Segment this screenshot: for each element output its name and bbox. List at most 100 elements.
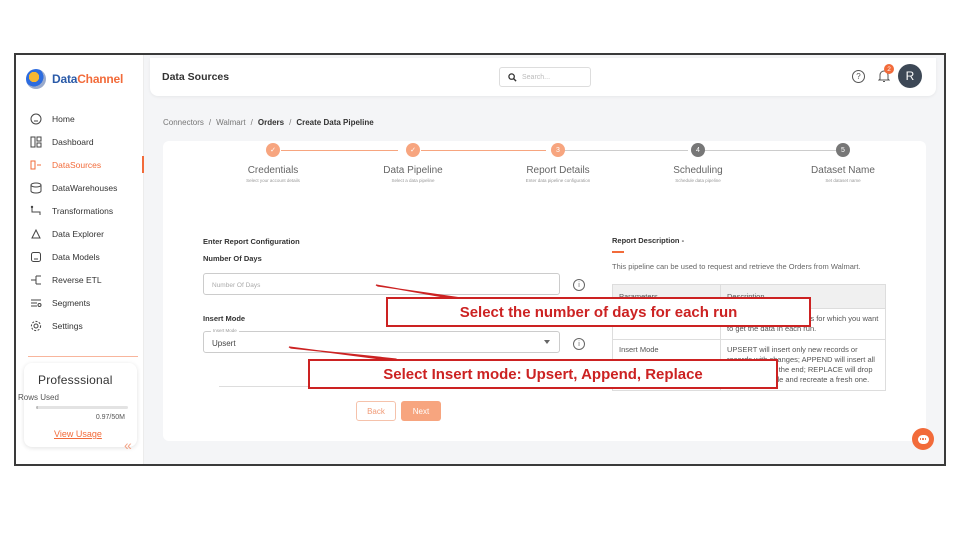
step-subtitle: Schedule data pipeline — [675, 178, 721, 183]
sidebar-item-label: Segments — [52, 297, 91, 308]
plan-card: Professsional Rows Used 0.97/50M View Us… — [18, 363, 137, 447]
avatar[interactable]: R — [898, 64, 922, 88]
breadcrumb-current: Create Data Pipeline — [296, 118, 374, 127]
step-report-details: 3 Report Details Enter data pipeline con… — [488, 143, 628, 183]
home-icon — [30, 113, 42, 125]
description-text: This pipeline can be used to request and… — [612, 262, 861, 271]
reverse-etl-icon — [30, 274, 42, 286]
sidebar-item-label: Reverse ETL — [52, 274, 102, 285]
sidebar-item-label: Home — [52, 113, 75, 124]
database-icon — [30, 182, 42, 194]
next-button[interactable]: Next — [401, 401, 441, 421]
chat-button[interactable] — [912, 428, 934, 450]
step-number: 5 — [836, 143, 850, 157]
sidebar-item-reverse-etl[interactable]: Reverse ETL — [16, 268, 144, 291]
insert-mode-label: Insert Mode — [203, 314, 246, 323]
chevron-down-icon — [544, 340, 550, 344]
step-title: Report Details — [526, 165, 590, 176]
info-icon[interactable]: i — [573, 338, 585, 350]
rows-used-label: Rows Used — [18, 393, 59, 402]
sidebar-item-label: DataSources — [52, 159, 102, 170]
notification-badge: 2 — [884, 64, 894, 74]
sidebar-item-label: Data Explorer — [52, 228, 104, 239]
section-title: Enter Report Configuration — [203, 237, 300, 246]
sidebar-item-transformations[interactable]: Transformations — [16, 199, 144, 222]
step-data-pipeline: ✓ Data Pipeline Select a data pipeline — [348, 143, 478, 183]
days-placeholder: Number Of Days — [212, 282, 261, 289]
breadcrumb: Connectors / Walmart / Orders / Create Data… — [163, 118, 374, 127]
sidebar-item-label: Data Models — [52, 251, 100, 262]
sidebar-item-datasources[interactable]: DataSources — [16, 153, 144, 176]
divider — [28, 356, 138, 357]
dashboard-icon — [30, 136, 42, 148]
days-input[interactable]: Number Of Days — [203, 273, 560, 295]
step-number: 3 — [551, 143, 565, 157]
search-input[interactable]: Search... — [499, 67, 591, 87]
back-button[interactable]: Back — [356, 401, 396, 421]
sidebar-item-datawarehouses[interactable]: DataWarehouses — [16, 176, 144, 199]
logo-icon — [26, 69, 46, 89]
step-number: 4 — [691, 143, 705, 157]
breadcrumb-item[interactable]: Orders — [258, 118, 284, 127]
sidebar-item-settings[interactable]: Settings — [16, 314, 144, 337]
sidebar-nav: Home Dashboard DataSources DataWarehouses Tr… — [16, 107, 144, 337]
logo-text: DataChannel — [52, 72, 124, 86]
sidebar: DataChannel Home Dashboard DataSources Data… — [16, 55, 144, 464]
step-subtitle: Select your account details — [246, 178, 300, 183]
step-subtitle: Set dataset name — [825, 178, 861, 183]
logo[interactable]: DataChannel — [26, 69, 123, 89]
sidebar-item-segments[interactable]: Segments — [16, 291, 144, 314]
usage-value: 0.97/50M — [95, 414, 125, 421]
settings-icon — [30, 320, 42, 332]
usage-bar — [36, 406, 128, 409]
sidebar-item-label: Transformations — [52, 205, 114, 216]
search-placeholder: Search... — [522, 73, 551, 81]
plan-name: Professsional — [38, 373, 113, 387]
step-credentials: ✓ Credentials Select your account detail… — [208, 143, 338, 183]
check-icon: ✓ — [406, 143, 420, 157]
step-scheduling: 4 Scheduling Schedule data pipeline — [633, 143, 763, 183]
page-title: Data Sources — [162, 71, 230, 83]
sidebar-item-dashboard[interactable]: Dashboard — [16, 130, 144, 153]
step-subtitle: Enter data pipeline configuration — [525, 178, 591, 183]
days-label: Number Of Days — [203, 254, 262, 263]
search-icon — [508, 72, 517, 82]
sidebar-item-home[interactable]: Home — [16, 107, 144, 130]
segments-icon — [30, 297, 42, 309]
insert-mode-value: Upsert — [212, 339, 236, 348]
insert-mode-select[interactable]: Insert Mode Upsert — [203, 328, 560, 353]
title-underline — [612, 251, 624, 253]
step-subtitle: Select a data pipeline — [391, 178, 435, 183]
breadcrumb-separator: / — [250, 118, 253, 127]
sidebar-item-label: DataWarehouses — [52, 182, 118, 193]
check-icon: ✓ — [266, 143, 280, 157]
step-title: Scheduling — [673, 165, 723, 176]
description-title: Report Description - — [612, 236, 685, 245]
step-dataset-name: 5 Dataset Name Set dataset name — [778, 143, 908, 183]
sidebar-item-data-models[interactable]: Data Models — [16, 245, 144, 268]
sidebar-item-label: Dashboard — [52, 136, 94, 147]
sidebar-item-label: Settings — [52, 320, 83, 331]
insert-mode-float-label: Insert Mode — [211, 328, 239, 333]
breadcrumb-item[interactable]: Connectors — [163, 118, 204, 127]
breadcrumb-separator: / — [208, 118, 212, 127]
step-title: Data Pipeline — [383, 165, 443, 176]
explorer-icon — [30, 228, 42, 240]
insert-mode-callout: Select Insert mode: Upsert, Append, Repl… — [308, 359, 778, 389]
step-title: Credentials — [247, 165, 299, 176]
help-icon[interactable]: ? — [852, 70, 865, 83]
sidebar-item-data-explorer[interactable]: Data Explorer — [16, 222, 144, 245]
step-title: Dataset Name — [811, 165, 875, 176]
chat-icon — [917, 434, 929, 444]
collapse-sidebar-icon[interactable]: « — [124, 437, 132, 453]
app-window: DataChannel Home Dashboard DataSources Data… — [14, 53, 946, 466]
usage-fill — [36, 406, 38, 409]
models-icon — [30, 251, 42, 263]
info-icon[interactable]: i — [573, 279, 585, 291]
breadcrumb-item[interactable]: Walmart — [216, 118, 245, 127]
top-header: Data Sources Search... ? 2 R — [150, 58, 936, 96]
breadcrumb-separator: / — [289, 118, 292, 127]
days-callout: Select the number of days for each run — [386, 297, 811, 327]
view-usage-link[interactable]: View Usage — [54, 429, 102, 439]
datasources-icon — [30, 159, 42, 171]
